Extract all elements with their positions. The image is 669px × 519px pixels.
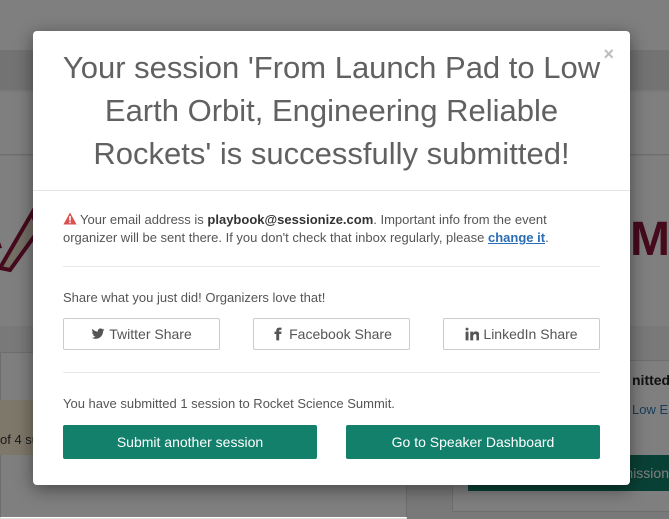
action-buttons-row: Submit another session Go to Speaker Das… <box>63 425 600 459</box>
facebook-share-label: Facebook Share <box>289 326 392 342</box>
linkedin-icon <box>465 327 480 341</box>
email-notice: Your email address is playbook@sessioniz… <box>63 211 600 247</box>
share-label: Share what you just did! Organizers love… <box>63 290 326 305</box>
notice-email: playbook@sessionize.com <box>207 212 374 227</box>
submit-another-session-button[interactable]: Submit another session <box>63 425 317 459</box>
modal-title: Your session 'From Launch Pad to Low Ear… <box>62 50 601 171</box>
notice-suffix: . <box>545 230 549 245</box>
divider <box>63 266 600 267</box>
close-icon[interactable]: × <box>603 45 614 63</box>
speaker-dashboard-button[interactable]: Go to Speaker Dashboard <box>346 425 600 459</box>
modal-body: Your email address is playbook@sessioniz… <box>33 211 630 459</box>
change-email-link[interactable]: change it <box>488 230 545 245</box>
warning-triangle-icon <box>63 212 77 225</box>
divider <box>63 372 600 373</box>
twitter-share-button[interactable]: Twitter Share <box>63 318 220 350</box>
facebook-share-button[interactable]: Facebook Share <box>253 318 410 350</box>
linkedin-share-button[interactable]: LinkedIn Share <box>443 318 600 350</box>
modal-header: Your session 'From Launch Pad to Low Ear… <box>33 31 630 191</box>
share-buttons-row: Twitter Share Facebook Share LinkedIn Sh… <box>63 318 600 350</box>
submission-count-text: You have submitted 1 session to Rocket S… <box>63 396 395 411</box>
submission-success-modal: × Your session 'From Launch Pad to Low E… <box>33 31 630 485</box>
facebook-icon <box>274 327 282 341</box>
notice-prefix: Your email address is <box>80 212 208 227</box>
linkedin-share-label: LinkedIn Share <box>483 326 578 342</box>
twitter-share-label: Twitter Share <box>109 326 192 342</box>
twitter-icon <box>91 328 105 339</box>
